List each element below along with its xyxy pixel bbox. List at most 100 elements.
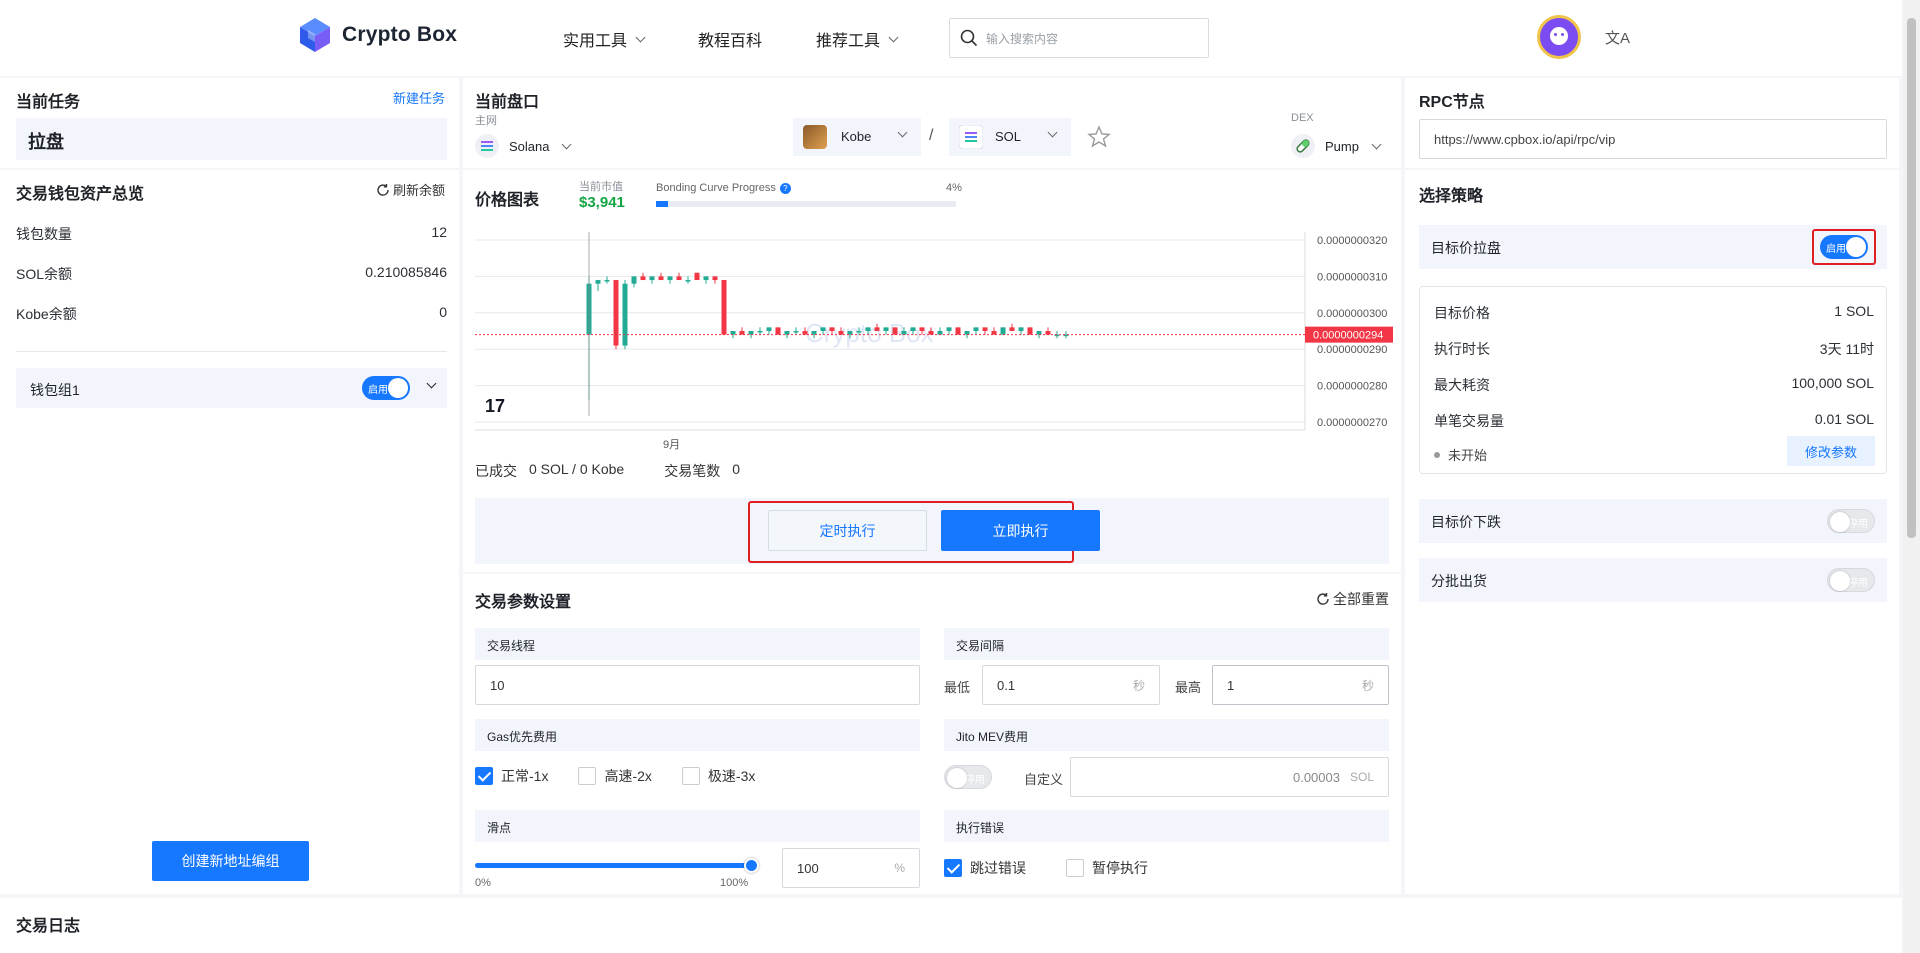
threads-input[interactable]: 10: [475, 665, 920, 705]
pause-label: 暂停执行: [1092, 860, 1148, 876]
avatar[interactable]: [1537, 15, 1581, 59]
candle-body: [748, 331, 754, 335]
strategy-panel: 选择策略 目标价拉盘 启用 目标价格 1 SOL 执行时长 3天 11时 最大耗…: [1405, 170, 1899, 894]
jito-header: Jito MEV费用: [944, 719, 1389, 751]
scrollbar-thumb[interactable]: [1907, 18, 1916, 538]
checkbox-checked[interactable]: [944, 859, 962, 877]
market-title: 当前盘口: [475, 94, 540, 111]
candle-body: [604, 280, 610, 282]
brand-logo[interactable]: Crypto Box: [296, 16, 457, 54]
page-scrollbar[interactable]: [1903, 0, 1920, 953]
create-address-group-button[interactable]: 创建新地址编组: [152, 841, 309, 881]
candle-body: [721, 280, 727, 335]
threads-label: 交易线程: [487, 639, 536, 653]
batch-sell-toggle[interactable]: 停用: [1827, 568, 1875, 592]
slippage-input[interactable]: 100 %: [782, 848, 920, 888]
rpc-url-input[interactable]: https://www.cpbox.io/api/rpc/vip: [1419, 119, 1887, 159]
dex-label: DEX: [1291, 112, 1314, 124]
market-cap-label: 当前市值: [579, 181, 623, 193]
min-interval-input[interactable]: 0.1 秒: [982, 665, 1160, 705]
candle-body: [892, 327, 898, 335]
single-trade-value: 0.01 SOL: [1814, 411, 1874, 427]
nav-recommended[interactable]: 推荐工具: [816, 27, 899, 51]
slider-min-label: 0%: [475, 877, 491, 889]
target-pump-toggle[interactable]: 启用: [1820, 235, 1868, 259]
trade-summary: 已成交 0 SOL / 0 Kobe 交易笔数 0: [475, 461, 740, 481]
chevron-down-icon: [1371, 139, 1382, 149]
custom-fee-value: 0.00003: [1292, 769, 1340, 785]
candle-body: [622, 283, 628, 346]
nav-tutorials[interactable]: 教程百科: [698, 27, 762, 51]
translate-icon[interactable]: 文A: [1605, 27, 1630, 48]
y-tick-label: 0.0000000280: [1317, 381, 1387, 393]
threads-value: 10: [490, 677, 505, 693]
strategy-title: 选择策略: [1419, 188, 1484, 205]
token-select[interactable]: Kobe: [793, 118, 921, 156]
nav-tools[interactable]: 实用工具: [563, 27, 646, 51]
toggle-label: 启用: [1826, 244, 1846, 255]
slippage-slider[interactable]: [475, 858, 759, 873]
current-task-box[interactable]: 拉盘: [16, 118, 447, 160]
info-icon[interactable]: ?: [779, 182, 791, 194]
new-task-link[interactable]: 新建任务: [393, 88, 445, 107]
checkbox[interactable]: [578, 767, 597, 785]
tradingview-logo-icon: 17: [485, 396, 505, 416]
gas-turbo-option[interactable]: 极速-3x: [681, 766, 755, 786]
max-interval-input[interactable]: 1 秒: [1212, 665, 1389, 705]
checkbox[interactable]: [681, 767, 700, 785]
reset-all-button[interactable]: 全部重置: [1316, 589, 1389, 609]
candle-body: [784, 331, 790, 335]
candle-body: [730, 331, 736, 335]
chevron-down-icon: [635, 32, 646, 42]
duration-value: 3天 11时: [1819, 341, 1874, 357]
candle-body: [973, 327, 979, 331]
x-tick-label: 9月: [663, 439, 680, 451]
candle-body: [712, 276, 718, 281]
checkbox-checked[interactable]: [475, 767, 493, 785]
schedule-execute-button[interactable]: 定时执行: [768, 510, 927, 551]
skip-error-option[interactable]: 跳过错误: [944, 858, 1026, 878]
refresh-icon: [377, 183, 389, 196]
jito-toggle[interactable]: 停用: [944, 765, 992, 789]
top-header: Crypto Box 实用工具 教程百科 推荐工具 输入搜索内容 文A: [0, 0, 1902, 76]
chevron-down-icon[interactable]: [426, 378, 437, 389]
price-chart[interactable]: 0.0000000320 0.0000000310 0.0000000300 0.00…: [475, 232, 1395, 472]
max-cost-value: 100,000 SOL: [1791, 375, 1874, 391]
gas-normal-option[interactable]: 正常-1x: [475, 766, 548, 786]
token-kobe-icon: [803, 125, 827, 149]
gas-options: 正常-1x 高速-2x 极速-3x: [475, 766, 755, 786]
custom-fee-input[interactable]: 0.00003 SOL: [1070, 757, 1389, 797]
search-box[interactable]: 输入搜索内容: [949, 18, 1209, 58]
filled-label: 已成交: [475, 463, 517, 479]
wallet-group-toggle[interactable]: 启用: [362, 376, 410, 400]
target-drop-toggle[interactable]: 停用: [1827, 509, 1875, 533]
gas-fast-option[interactable]: 高速-2x: [578, 766, 652, 786]
slippage-slider-fill: [475, 863, 752, 868]
modify-params-button[interactable]: 修改参数: [1787, 436, 1875, 466]
refresh-balance-label: 刷新余额: [392, 183, 445, 198]
wallet-group-row[interactable]: 钱包组1 启用: [16, 368, 447, 408]
strategy-details: 目标价格 1 SOL 执行时长 3天 11时 最大耗资 100,000 SOL …: [1419, 286, 1887, 474]
checkbox[interactable]: [1066, 859, 1084, 877]
nav-recommended-label: 推荐工具: [816, 33, 881, 50]
candle-body: [658, 276, 664, 281]
slider-max-label: 100%: [720, 877, 749, 889]
candle-body: [982, 327, 988, 331]
max-cost-label: 最大耗资: [1434, 377, 1490, 393]
candle-body: [793, 331, 799, 333]
execute-now-button[interactable]: 立即执行: [941, 510, 1100, 551]
pair-separator: /: [929, 127, 934, 144]
search-input[interactable]: 输入搜索内容: [986, 30, 1058, 47]
star-icon[interactable]: [1087, 125, 1111, 149]
candle-body: [1045, 331, 1051, 335]
network-select[interactable]: Solana: [475, 134, 572, 158]
target-drop-row[interactable]: 目标价下跌 停用: [1419, 499, 1887, 543]
pause-option[interactable]: 暂停执行: [1066, 858, 1148, 878]
percent-unit: %: [894, 861, 905, 875]
slippage-value: 100: [797, 860, 819, 876]
batch-sell-row[interactable]: 分批出货 停用: [1419, 558, 1887, 602]
slippage-slider-handle[interactable]: [744, 858, 759, 873]
quote-select[interactable]: SOL: [949, 118, 1071, 156]
dex-select[interactable]: Pump: [1291, 134, 1382, 158]
refresh-balance-button[interactable]: 刷新余额: [376, 180, 445, 199]
